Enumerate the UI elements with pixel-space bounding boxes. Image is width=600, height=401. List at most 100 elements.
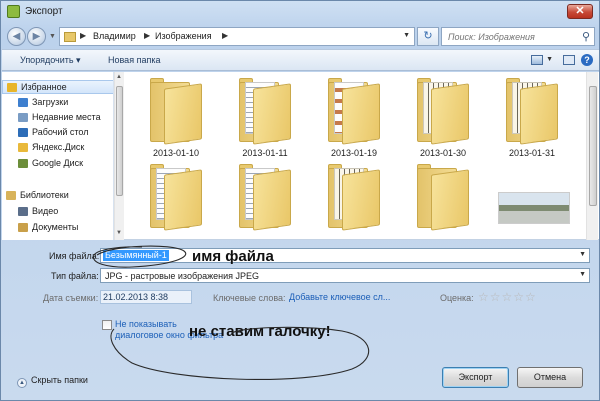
browser-area: Избранное Загрузки Недавние места Рабочий с…	[2, 72, 599, 240]
folder-icon	[150, 78, 202, 145]
title-bar: Экспорт ✕	[1, 1, 599, 23]
keywords-label: Ключевые слова:	[213, 293, 286, 303]
folder-icon	[239, 164, 291, 231]
new-folder-button[interactable]: Новая папка	[108, 55, 160, 65]
folder-icon	[417, 78, 469, 145]
documents-icon	[18, 223, 28, 232]
star-icon	[7, 83, 17, 92]
file-item[interactable]	[225, 158, 305, 240]
filetype-select[interactable]: JPG - растровые изображения JPEG ▼	[100, 268, 590, 283]
recent-places-icon	[18, 113, 28, 122]
breadcrumb-pictures[interactable]: Изображения	[155, 31, 212, 41]
filename-field[interactable]: Безымянный-1 ▼	[100, 248, 590, 263]
scroll-down-icon[interactable]: ▼	[116, 230, 122, 236]
sidebar-item[interactable]: Видео	[2, 205, 113, 219]
chevron-down-icon[interactable]: ▼	[579, 251, 586, 258]
filetype-value: JPG - растровые изображения JPEG	[105, 271, 260, 281]
folder-icon	[417, 164, 469, 231]
libraries-icon	[6, 191, 16, 200]
downloads-folder-icon	[18, 98, 28, 107]
breadcrumb-separator-icon[interactable]: ▶	[222, 31, 228, 40]
filename-value[interactable]: Безымянный-1	[103, 250, 169, 261]
navigation-scrollbar[interactable]: ▲ ▼	[114, 72, 124, 240]
file-item[interactable]: 2013-01-30	[403, 72, 483, 162]
file-item[interactable]: 2013-01-11	[225, 72, 305, 162]
app-icon	[7, 5, 20, 18]
save-options: Имя файла: Безымянный-1 ▼ Тип файла: JPG…	[2, 241, 599, 401]
folder-icon	[64, 32, 76, 42]
hand-drawn-marks	[92, 245, 370, 380]
file-item[interactable]: 2013-01-31	[492, 72, 572, 162]
file-name: 2013-01-11	[242, 148, 288, 158]
rating-stars[interactable]: ☆☆☆☆☆	[478, 290, 537, 304]
chevron-down-icon[interactable]: ▼	[403, 32, 410, 39]
address-bar: ◀ ▶ ▼ ▶ Владимир ▶ Изображения ▶ ▼ ↻ ⚲	[5, 25, 595, 47]
keywords-link[interactable]: Добавьте ключевое сл...	[289, 292, 390, 302]
sidebar-item-label: Избранное	[21, 82, 67, 92]
organize-menu[interactable]: Упорядочить ▾	[20, 55, 81, 66]
sidebar-item[interactable]: Загрузки	[2, 96, 113, 110]
forward-arrow-icon: ▶	[32, 31, 41, 42]
export-button[interactable]: Экспорт	[442, 367, 509, 388]
search-box[interactable]: ⚲	[441, 27, 595, 46]
back-button[interactable]: ◀	[7, 27, 26, 46]
cancel-button[interactable]: Отмена	[517, 367, 583, 388]
file-name: 2013-01-10	[152, 148, 200, 158]
scroll-up-icon[interactable]: ▲	[116, 74, 122, 80]
file-item[interactable]	[492, 158, 572, 240]
breadcrumb-separator-icon[interactable]: ▶	[80, 31, 86, 40]
folder-icon	[239, 78, 291, 145]
help-icon[interactable]: ?	[581, 54, 593, 66]
search-icon[interactable]: ⚲	[582, 30, 590, 43]
file-list: 2013-01-10 2013-01-11 2013-01-19 2013-01-30…	[126, 72, 586, 240]
folder-icon	[328, 78, 380, 145]
refresh-button[interactable]: ↻	[417, 27, 439, 46]
sidebar-item[interactable]: Документы	[2, 221, 113, 235]
image-thumbnail	[498, 192, 570, 224]
folder-icon	[328, 164, 380, 231]
file-item[interactable]	[314, 158, 394, 240]
sidebar-item-label: Рабочий стол	[32, 127, 89, 137]
sidebar-item[interactable]: Библиотеки	[2, 189, 113, 203]
sidebar-item-label: Недавние места	[32, 112, 101, 122]
preview-pane-icon[interactable]	[563, 55, 575, 65]
sidebar-item[interactable]: Google Диск	[2, 157, 113, 171]
annotation-checkbox: не ставим галочку!	[189, 323, 331, 340]
date-field[interactable]: 21.02.2013 8:38	[100, 290, 192, 304]
search-input[interactable]	[448, 29, 578, 45]
sidebar-item-label: Документы	[32, 222, 79, 232]
change-view-icon[interactable]	[531, 55, 543, 65]
scrollbar-thumb[interactable]	[116, 86, 123, 196]
file-item[interactable]	[403, 158, 483, 240]
breadcrumb-user[interactable]: Владимир	[93, 31, 136, 41]
file-item[interactable]: 2013-01-10	[136, 72, 216, 162]
sidebar-item[interactable]: Яндекс.Диск	[2, 141, 113, 155]
breadcrumb-separator-icon[interactable]: ▶	[144, 31, 150, 40]
view-dropdown-icon[interactable]: ▼	[546, 56, 553, 63]
file-list-scrollbar[interactable]	[586, 72, 598, 240]
scrollbar-thumb[interactable]	[589, 86, 597, 206]
google-drive-icon	[18, 159, 28, 168]
hide-folders-toggle[interactable]: ▲ Скрыть папки	[17, 375, 88, 388]
back-arrow-icon: ◀	[12, 31, 21, 42]
sidebar-item[interactable]: Недавние места	[2, 111, 113, 125]
hide-folders-label: Скрыть папки	[31, 375, 88, 385]
sidebar-item-label: Загрузки	[32, 97, 69, 107]
sidebar-item-label: Библиотеки	[20, 190, 69, 200]
rating-label: Оценка:	[440, 293, 474, 303]
recent-pages-dropdown-icon[interactable]: ▼	[49, 33, 56, 40]
filetype-label: Тип файла:	[51, 271, 99, 281]
sidebar-item[interactable]: Избранное	[2, 80, 113, 94]
file-name: 2013-01-19	[330, 148, 378, 158]
close-button[interactable]: ✕	[567, 4, 593, 19]
chevron-down-icon[interactable]: ▼	[579, 271, 586, 278]
sidebar-item-label: Видео	[32, 206, 59, 216]
hide-filter-dialog-checkbox[interactable]	[102, 320, 112, 330]
breadcrumb[interactable]: ▶ Владимир ▶ Изображения ▶ ▼	[59, 27, 415, 46]
chevron-up-icon: ▲	[17, 378, 27, 388]
forward-button[interactable]: ▶	[27, 27, 46, 46]
file-item[interactable]	[136, 158, 216, 240]
sidebar-item[interactable]: Рабочий стол	[2, 126, 113, 140]
refresh-icon: ↻	[423, 30, 433, 42]
file-item[interactable]: 2013-01-19	[314, 72, 394, 162]
